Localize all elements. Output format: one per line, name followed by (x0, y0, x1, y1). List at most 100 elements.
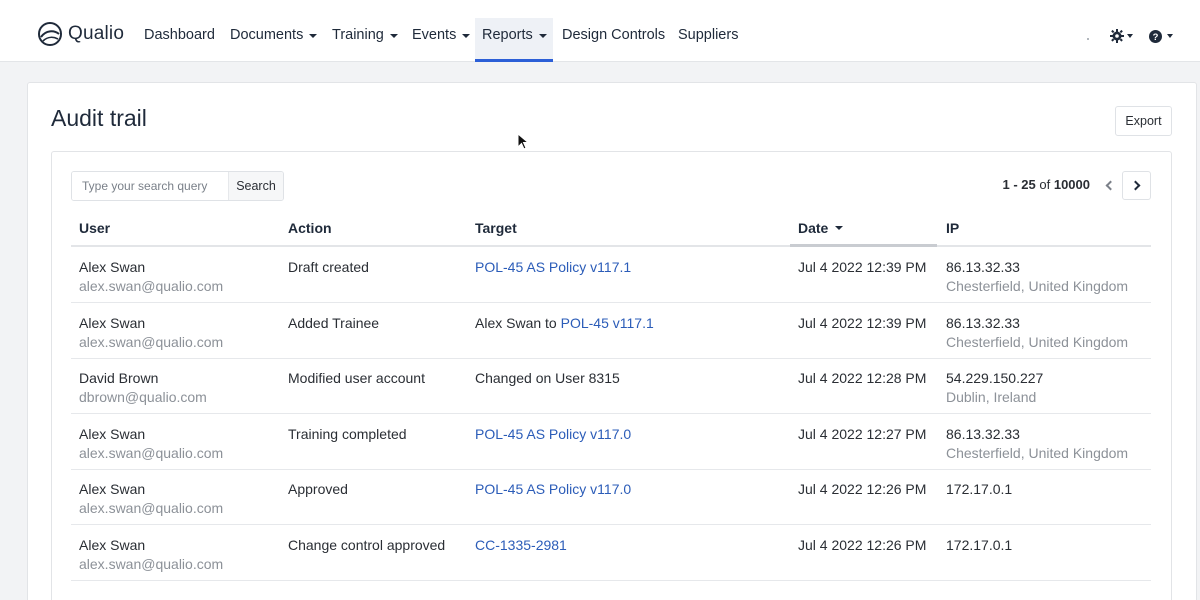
user-email: alex.swan@qualio.com (79, 278, 224, 294)
nav-suppliers[interactable]: Suppliers (678, 18, 738, 62)
target-link[interactable]: POL-45 AS Policy v117.1 (475, 259, 631, 275)
target-link[interactable]: CC-1335-2981 (475, 537, 567, 553)
ip-cell: 86.13.32.33 Chesterfield, United Kingdom (946, 314, 1128, 352)
top-nav: Qualio Dashboard Documents Training Even… (0, 0, 1200, 62)
action-cell: Approved (288, 481, 348, 497)
pagination-range: 1 - 25 (1002, 177, 1036, 192)
user-cell: Alex Swan alex.swan@qualio.com (79, 536, 223, 574)
ip-address: 172.17.0.1 (946, 481, 1013, 497)
action-cell: Draft created (288, 259, 369, 275)
next-page-button[interactable] (1122, 171, 1151, 200)
nav-dashboard[interactable]: Dashboard (144, 18, 215, 62)
qualio-logo-icon (38, 22, 62, 46)
ip-address: 54.229.150.227 (946, 370, 1044, 386)
user-cell: Alex Swan alex.swan@qualio.com (79, 480, 223, 518)
search-button[interactable]: Search (228, 172, 283, 200)
previous-page-button[interactable] (1094, 171, 1123, 200)
pagination-of: of (1039, 177, 1051, 192)
user-email: alex.swan@qualio.com (79, 334, 224, 350)
user-name: Alex Swan (79, 315, 146, 331)
user-email: alex.swan@qualio.com (79, 556, 224, 572)
nav-training[interactable]: Training (332, 18, 398, 62)
page-title: Audit trail (51, 105, 147, 131)
target-link[interactable]: POL-45 AS Policy v117.0 (475, 426, 631, 442)
target-text: Changed on User 8315 (475, 370, 620, 386)
export-button[interactable]: Export (1115, 106, 1172, 136)
separator-dot (1087, 38, 1089, 40)
target-prefix: Alex Swan to (475, 315, 561, 331)
user-cell: David Brown dbrown@qualio.com (79, 369, 207, 407)
user-name: Alex Swan (79, 426, 146, 442)
table-row: David Brown dbrown@qualio.com Modified use… (71, 358, 1151, 414)
svg-text:?: ? (1153, 32, 1159, 43)
ip-address: 86.13.32.33 (946, 259, 1020, 275)
chevron-down-icon (538, 34, 547, 38)
chevron-down-icon (1167, 34, 1173, 38)
date-cell: Jul 4 2022 12:27 PM (798, 426, 927, 442)
ip-location: Chesterfield, United Kingdom (946, 445, 1129, 461)
nav-documents-label: Documents (230, 27, 304, 43)
help-menu[interactable]: ? (1149, 27, 1173, 45)
target-cell: POL-45 AS Policy v117.0 (475, 480, 631, 499)
qualio-logo[interactable]: Qualio (36, 20, 124, 48)
chevron-left-icon (1105, 180, 1115, 191)
logo-text: Qualio (68, 23, 125, 44)
column-header-action[interactable]: Action (288, 220, 332, 236)
mouse-cursor-icon (517, 133, 529, 150)
column-header-ip[interactable]: IP (946, 220, 959, 236)
date-cell: Jul 4 2022 12:26 PM (798, 481, 927, 497)
column-header-user[interactable]: User (79, 220, 110, 236)
table-row: Alex Swan alex.swan@qualio.com Added Train… (71, 303, 1151, 359)
settings-icon (1110, 29, 1124, 43)
table-row: Alex Swan alex.swan@qualio.com Training co… (71, 414, 1151, 470)
ip-cell: 172.17.0.1 (946, 536, 1012, 555)
date-cell: Jul 4 2022 12:28 PM (798, 370, 927, 386)
user-name: David Brown (79, 370, 159, 386)
ip-location: Dublin, Ireland (946, 389, 1037, 405)
nav-reports[interactable]: Reports (475, 18, 553, 62)
date-cell: Jul 4 2022 12:26 PM (798, 537, 927, 553)
search-bar: Search (71, 171, 284, 201)
nav-dashboard-label: Dashboard (144, 27, 215, 43)
nav-design-controls-label: Design Controls (562, 27, 666, 43)
target-link[interactable]: POL-45 v117.1 (561, 315, 654, 331)
action-cell: Modified user account (288, 370, 425, 386)
action-cell: Change control approved (288, 537, 446, 553)
nav-suppliers-label: Suppliers (678, 27, 739, 43)
table-row: Alex Swan alex.swan@qualio.com Draft creat… (71, 247, 1151, 303)
target-cell: POL-45 AS Policy v117.1 (475, 258, 631, 277)
ip-address: 86.13.32.33 (946, 315, 1020, 331)
pagination-total: 10000 (1053, 177, 1090, 192)
target-cell: Alex Swan to POL-45 v117.1 (475, 314, 654, 333)
action-cell: Training completed (288, 426, 407, 442)
date-cell: Jul 4 2022 12:39 PM (798, 315, 927, 331)
pagination-summary: 1 - 25 of 10000 (960, 177, 1091, 192)
ip-location: Chesterfield, United Kingdom (946, 278, 1129, 294)
column-header-target[interactable]: Target (475, 220, 517, 236)
ip-cell: 86.13.32.33 Chesterfield, United Kingdom (946, 425, 1128, 463)
nav-events[interactable]: Events (412, 18, 471, 62)
user-cell: Alex Swan alex.swan@qualio.com (79, 314, 223, 352)
ip-location: Chesterfield, United Kingdom (946, 334, 1129, 350)
table-row: Alex Swan alex.swan@qualio.com Approved POL… (71, 469, 1151, 525)
ip-cell: 172.17.0.1 (946, 480, 1012, 499)
target-link[interactable]: POL-45 AS Policy v117.0 (475, 481, 631, 497)
target-cell: POL-45 AS Policy v117.0 (475, 425, 631, 444)
nav-reports-label: Reports (482, 27, 533, 43)
nav-documents[interactable]: Documents (230, 18, 318, 62)
user-name: Alex Swan (79, 259, 146, 275)
ip-cell: 54.229.150.227 Dublin, Ireland (946, 369, 1043, 407)
column-header-date[interactable]: Date (798, 220, 844, 236)
chevron-down-icon (309, 34, 318, 38)
target-cell: CC-1335-2981 (475, 536, 567, 555)
nav-design-controls[interactable]: Design Controls (562, 18, 665, 62)
target-cell: Changed on User 8315 (475, 369, 620, 388)
ip-cell: 86.13.32.33 Chesterfield, United Kingdom (946, 258, 1128, 296)
user-email: alex.swan@qualio.com (79, 500, 224, 516)
user-name: Alex Swan (79, 537, 146, 553)
chevron-down-icon (389, 34, 398, 38)
date-cell: Jul 4 2022 12:39 PM (798, 259, 927, 275)
search-input[interactable] (72, 172, 228, 200)
user-email: alex.swan@qualio.com (79, 445, 224, 461)
settings-menu[interactable] (1110, 27, 1133, 45)
